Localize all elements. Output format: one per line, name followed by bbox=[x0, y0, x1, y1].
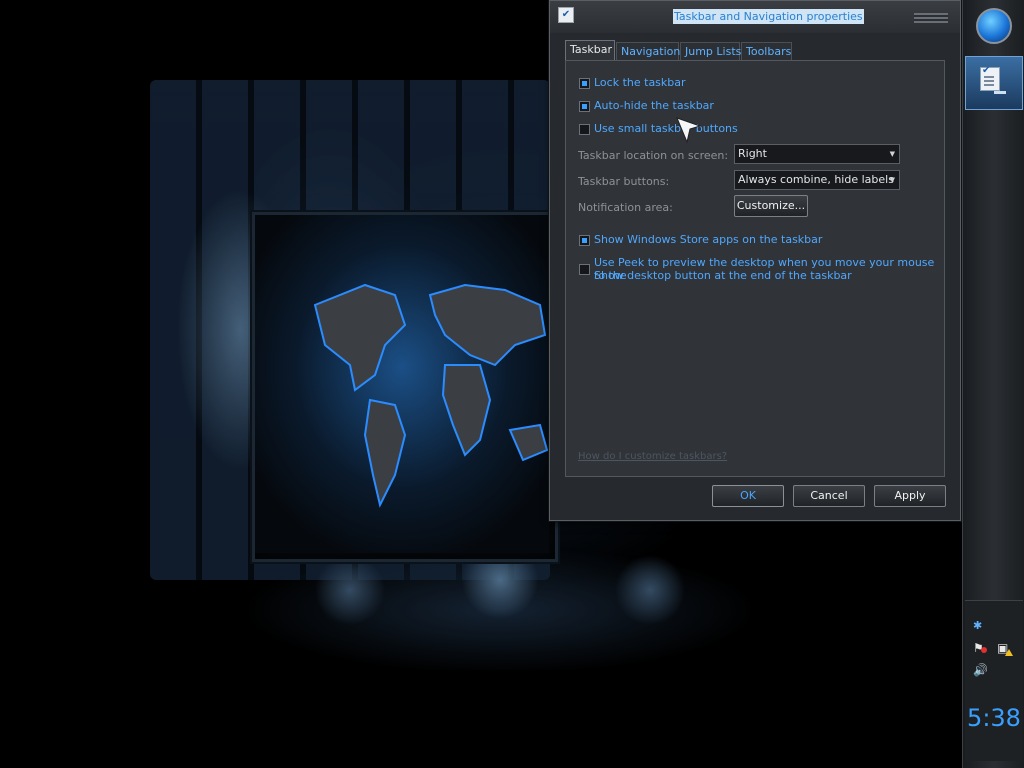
lock-taskbar-label[interactable]: Lock the taskbar bbox=[594, 76, 686, 89]
tab-jump-lists[interactable]: Jump Lists bbox=[680, 42, 741, 60]
tab-navigation[interactable]: Navigation bbox=[616, 42, 680, 60]
help-link[interactable]: How do I customize taskbars? bbox=[578, 451, 727, 462]
taskbar-properties-dialog: ✔ Taskbar and Navigation properties Task… bbox=[549, 0, 961, 521]
dropdown-arrow-icon: ▼ bbox=[889, 150, 895, 158]
lock-taskbar-checkbox[interactable] bbox=[579, 78, 590, 89]
show-hidden-icons-icon[interactable]: ✱ bbox=[973, 619, 982, 632]
taskbar-buttons-select[interactable]: Always combine, hide labels ▼ bbox=[734, 170, 900, 190]
mouse-cursor-icon bbox=[676, 117, 702, 144]
tab-toolbars[interactable]: Toolbars bbox=[741, 42, 792, 60]
volume-icon[interactable]: 🔊 bbox=[973, 663, 988, 677]
ok-button[interactable]: OK bbox=[712, 485, 784, 507]
notification-area-label: Notification area: bbox=[578, 201, 673, 214]
desktop: ✔ Taskbar and Navigation properties Task… bbox=[0, 0, 1024, 768]
taskbar-properties-task-button[interactable]: ✔ bbox=[965, 56, 1023, 110]
network-warning-icon bbox=[1005, 649, 1013, 656]
store-apps-label[interactable]: Show Windows Store apps on the taskbar bbox=[594, 233, 822, 246]
tab-taskbar[interactable]: Taskbar bbox=[565, 40, 615, 61]
store-apps-checkbox[interactable] bbox=[579, 235, 590, 246]
auto-hide-checkbox[interactable] bbox=[579, 101, 590, 112]
location-select[interactable]: Right ▼ bbox=[734, 144, 900, 164]
titlebar-grip-icon[interactable] bbox=[914, 13, 948, 23]
dialog-title: Taskbar and Navigation properties bbox=[673, 9, 864, 24]
taskbar-tab-panel: Lock the taskbar Auto-hide the taskbar U… bbox=[565, 60, 945, 477]
dialog-titlebar[interactable]: ✔ Taskbar and Navigation properties bbox=[550, 1, 960, 33]
flag-alert-badge bbox=[981, 647, 987, 653]
dropdown-arrow-icon: ▼ bbox=[889, 176, 895, 184]
location-select-value: Right bbox=[738, 147, 767, 160]
start-button[interactable] bbox=[976, 8, 1012, 44]
properties-checkbox-icon: ✔ bbox=[558, 7, 574, 23]
peek-checkbox[interactable] bbox=[579, 264, 590, 275]
small-buttons-label[interactable]: Use small taskbar buttons bbox=[594, 122, 738, 135]
taskbar-buttons-select-value: Always combine, hide labels bbox=[738, 173, 894, 186]
checkmark-icon: ✔ bbox=[982, 65, 991, 76]
location-label: Taskbar location on screen: bbox=[578, 149, 729, 162]
wallpaper-world-map bbox=[252, 212, 558, 562]
taskbar: ✔ ✱ ⚑ ▣ 🔊 5:38 bbox=[962, 0, 1024, 768]
clock[interactable]: 5:38 bbox=[963, 704, 1024, 732]
auto-hide-label[interactable]: Auto-hide the taskbar bbox=[594, 99, 714, 112]
customize-button[interactable]: Customize... bbox=[734, 195, 808, 217]
small-buttons-checkbox[interactable] bbox=[579, 124, 590, 135]
peek-label-line2[interactable]: Show desktop button at the end of the ta… bbox=[594, 269, 852, 282]
cancel-button[interactable]: Cancel bbox=[793, 485, 865, 507]
taskbar-buttons-label: Taskbar buttons: bbox=[578, 175, 670, 188]
notification-tray: ✱ ⚑ ▣ 🔊 bbox=[965, 600, 1023, 761]
apply-button[interactable]: Apply bbox=[874, 485, 946, 507]
task-indicator bbox=[994, 91, 1006, 94]
